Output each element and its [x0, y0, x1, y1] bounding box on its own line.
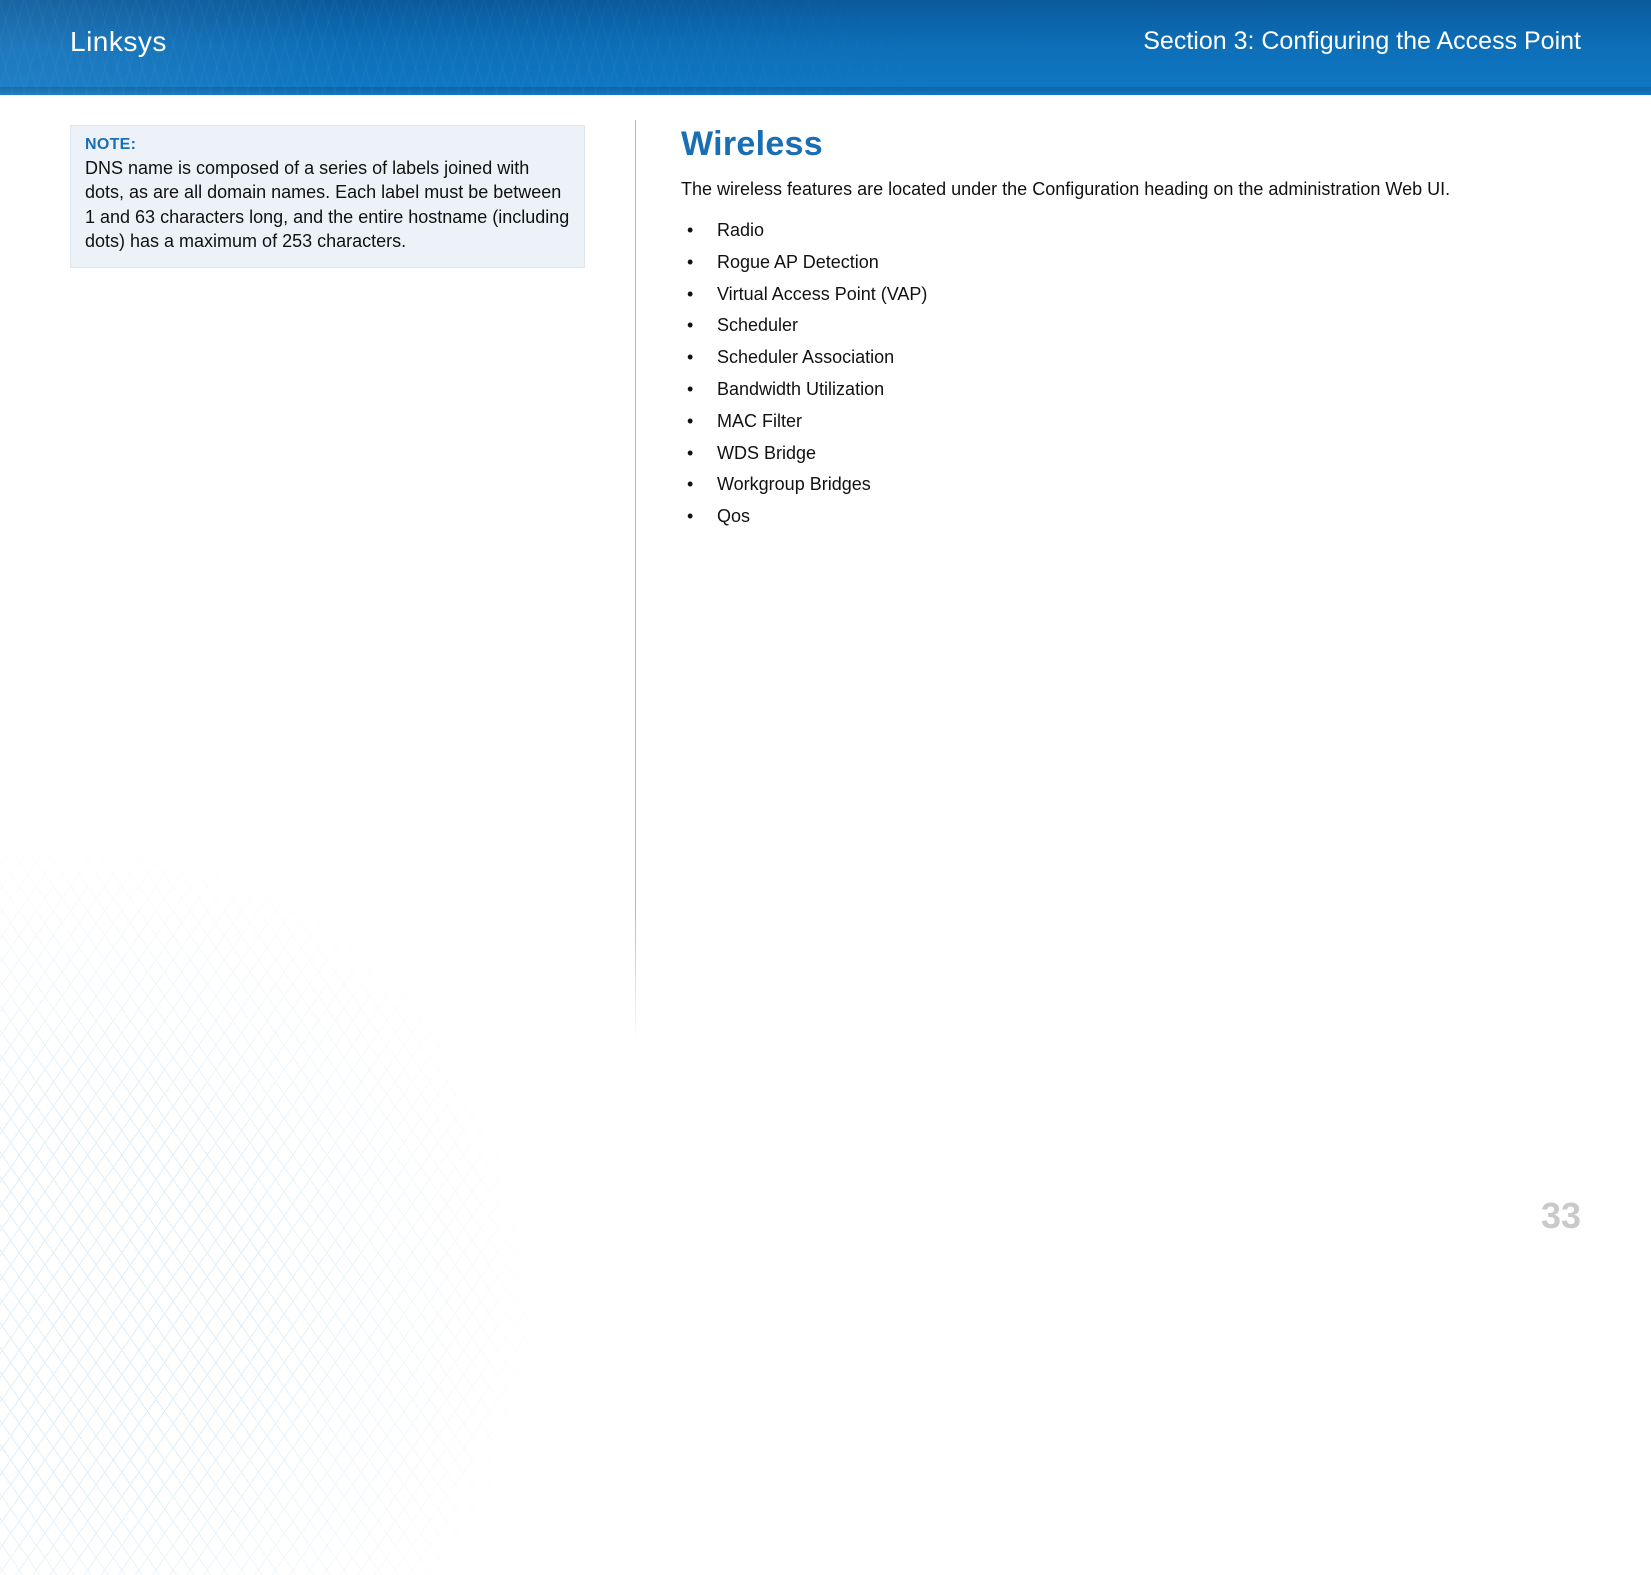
content-area: NOTE: DNS name is composed of a series o…	[0, 95, 1651, 1040]
list-item: Qos	[681, 502, 1501, 531]
list-item: Bandwidth Utilization	[681, 375, 1501, 404]
list-item: Scheduler Association	[681, 343, 1501, 372]
list-item: Rogue AP Detection	[681, 248, 1501, 277]
list-item: Radio	[681, 216, 1501, 245]
note-label: NOTE:	[85, 136, 570, 154]
list-item: Workgroup Bridges	[681, 470, 1501, 499]
page-number: 33	[1541, 1195, 1581, 1237]
section-title: Section 3: Configuring the Access Point	[1143, 27, 1581, 68]
left-column: NOTE: DNS name is composed of a series o…	[70, 125, 635, 1040]
list-item: Virtual Access Point (VAP)	[681, 280, 1501, 309]
right-column: Wireless The wireless features are locat…	[636, 125, 1581, 1040]
list-item: MAC Filter	[681, 407, 1501, 436]
list-item: Scheduler	[681, 311, 1501, 340]
wireless-heading: Wireless	[681, 125, 1501, 164]
wireless-intro: The wireless features are located under …	[681, 176, 1501, 202]
note-text: DNS name is composed of a series of labe…	[85, 156, 570, 253]
list-item: WDS Bridge	[681, 439, 1501, 468]
feature-list: Radio Rogue AP Detection Virtual Access …	[681, 216, 1501, 531]
page-header: Linksys Section 3: Configuring the Acces…	[0, 0, 1651, 95]
note-box: NOTE: DNS name is composed of a series o…	[70, 125, 585, 268]
brand-label: Linksys	[70, 26, 167, 70]
